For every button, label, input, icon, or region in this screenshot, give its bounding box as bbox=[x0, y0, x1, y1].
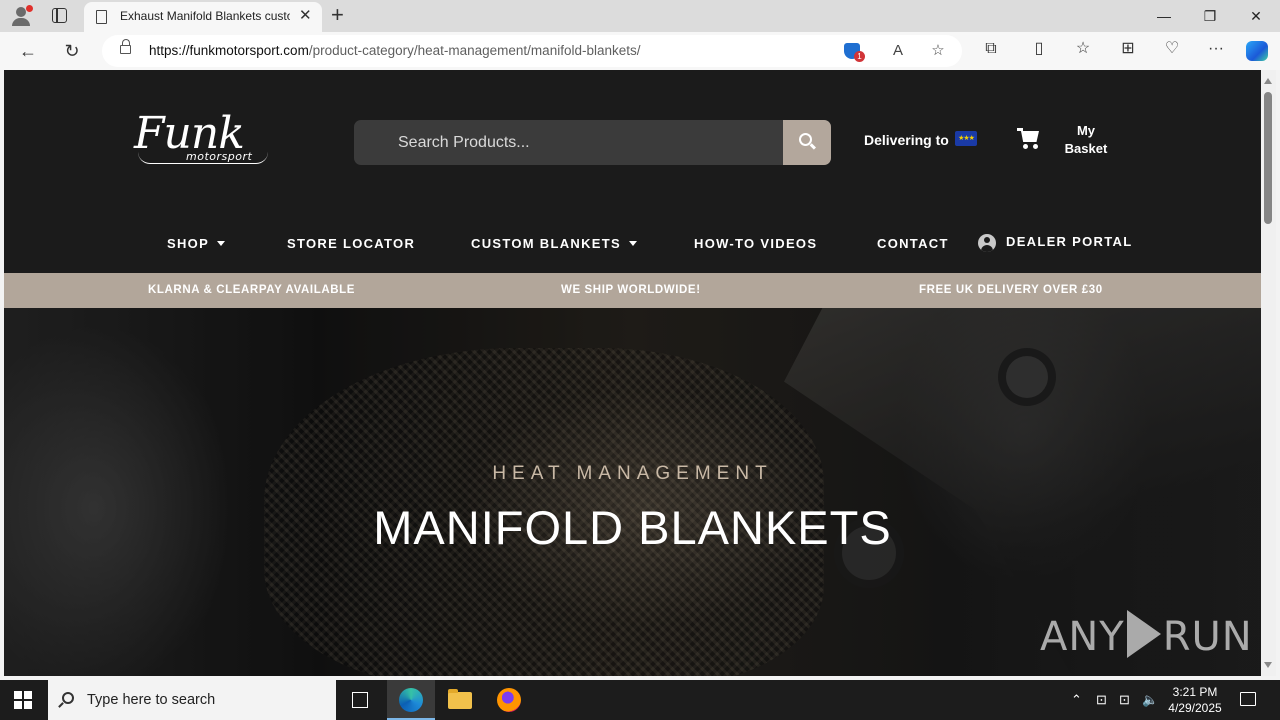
close-tab-icon[interactable]: ✕ bbox=[299, 8, 312, 24]
tray-overflow-icon[interactable]: ⌃ bbox=[1071, 691, 1082, 709]
copilot-icon[interactable] bbox=[1246, 41, 1268, 61]
minimize-icon[interactable]: — bbox=[1154, 6, 1174, 26]
browser-tab[interactable]: Exhaust Manifold Blankets custom ✕ bbox=[84, 2, 322, 32]
search-input[interactable] bbox=[354, 120, 783, 165]
file-explorer-button[interactable] bbox=[436, 680, 484, 720]
eu-flag-icon[interactable]: ★★★ bbox=[955, 131, 977, 146]
folder-icon bbox=[448, 689, 472, 709]
promo-worldwide: WE SHIP WORLDWIDE! bbox=[561, 284, 701, 296]
hero-banner: HEAT MANAGEMENT MANIFOLD BLANKETS ANY RUN bbox=[4, 308, 1261, 676]
scroll-up-icon[interactable] bbox=[1264, 78, 1272, 84]
site-logo[interactable]: Funk motorsport bbox=[134, 112, 276, 166]
favorites-icon[interactable]: ☆ bbox=[1072, 38, 1094, 60]
nav-shop[interactable]: SHOP bbox=[167, 236, 226, 251]
edge-taskbar-button[interactable] bbox=[387, 680, 435, 720]
volume-icon[interactable]: 🔈 bbox=[1142, 691, 1158, 709]
edge-icon bbox=[399, 688, 423, 712]
taskbar-search[interactable]: Type here to search bbox=[48, 680, 336, 720]
windows-start-icon[interactable] bbox=[14, 691, 32, 709]
chevron-down-icon bbox=[628, 241, 637, 246]
nav-dealer-portal[interactable]: DEALER PORTAL bbox=[1006, 234, 1132, 249]
search-icon bbox=[799, 133, 812, 146]
scroll-down-icon[interactable] bbox=[1264, 662, 1272, 668]
cart-icon[interactable] bbox=[1017, 128, 1041, 150]
page-scrollbar[interactable] bbox=[1261, 70, 1276, 676]
tab-actions-icon[interactable] bbox=[52, 8, 67, 23]
display-icon[interactable]: ⊡ bbox=[1119, 691, 1130, 709]
nav-contact[interactable]: CONTACT bbox=[877, 236, 949, 251]
close-window-icon[interactable]: ✕ bbox=[1246, 6, 1266, 26]
favorite-star-icon[interactable]: ☆ bbox=[928, 41, 948, 61]
basket-label-line1: My bbox=[1076, 123, 1096, 138]
tab-strip: Exhaust Manifold Blankets custom ✕ + — ❐… bbox=[0, 0, 1280, 32]
nav-custom-blankets[interactable]: CUSTOM BLANKETS bbox=[471, 236, 637, 251]
page-viewport: Funk motorsport Delivering to ★★★ My Bas… bbox=[4, 70, 1261, 676]
logo-sub-text: motorsport bbox=[186, 150, 253, 163]
main-nav: SHOP STORE LOCATOR CUSTOM BLANKETS HOW-T… bbox=[4, 222, 1261, 262]
search-icon bbox=[62, 692, 74, 704]
task-view-button[interactable] bbox=[336, 680, 384, 720]
browser-toolbar: ← ↻ https://funkmotorsport.com/product-c… bbox=[0, 32, 1280, 70]
back-icon[interactable]: ← bbox=[16, 39, 40, 63]
nav-store-locator[interactable]: STORE LOCATOR bbox=[287, 236, 415, 251]
clock-date: 4/29/2025 bbox=[1168, 701, 1222, 715]
performance-icon[interactable]: ♡ bbox=[1161, 38, 1183, 60]
firefox-icon bbox=[497, 688, 521, 712]
clock-time: 3:21 PM bbox=[1172, 685, 1218, 699]
address-bar[interactable]: https://funkmotorsport.com/product-categ… bbox=[102, 35, 962, 67]
hero-eyebrow: HEAT MANAGEMENT bbox=[492, 463, 773, 484]
split-screen-icon[interactable]: ▯ bbox=[1028, 38, 1050, 60]
delivering-to-label[interactable]: Delivering to bbox=[864, 132, 949, 148]
user-account-icon[interactable] bbox=[978, 234, 996, 252]
system-clock[interactable]: 3:21 PM 4/29/2025 bbox=[1160, 684, 1230, 716]
my-basket-link[interactable]: My Basket bbox=[1061, 122, 1111, 158]
notification-icon[interactable] bbox=[1240, 692, 1256, 706]
nav-how-to-videos[interactable]: HOW-TO VIDEOS bbox=[694, 236, 817, 251]
settings-menu-icon[interactable]: ··· bbox=[1205, 38, 1227, 60]
search-button[interactable] bbox=[783, 120, 831, 165]
new-tab-icon[interactable]: + bbox=[331, 3, 344, 27]
restore-icon[interactable]: ❐ bbox=[1200, 6, 1220, 26]
promo-klarna: KLARNA & CLEARPAY AVAILABLE bbox=[148, 284, 356, 296]
profile-icon[interactable] bbox=[10, 5, 33, 27]
page-title: MANIFOLD BLANKETS bbox=[373, 501, 892, 554]
reload-icon[interactable]: ↻ bbox=[60, 39, 84, 63]
windows-taskbar: Type here to search ⌃ ⊡ ⊡ 🔈 3:21 PM 4/29… bbox=[0, 680, 1280, 720]
extensions-icon[interactable]: ⧉ bbox=[980, 38, 1002, 60]
network-icon[interactable]: ⊡ bbox=[1096, 691, 1107, 709]
taskbar-search-placeholder: Type here to search bbox=[87, 692, 216, 708]
collections-icon[interactable]: ⊞ bbox=[1117, 38, 1139, 60]
task-view-icon bbox=[352, 692, 368, 708]
page-icon bbox=[96, 10, 107, 24]
anyrun-watermark: ANY RUN bbox=[1040, 610, 1253, 660]
promo-free-delivery: FREE UK DELIVERY OVER £30 bbox=[919, 284, 1103, 296]
basket-label-line2: Basket bbox=[1064, 141, 1108, 156]
tab-title: Exhaust Manifold Blankets custom bbox=[120, 9, 290, 23]
promo-bar: KLARNA & CLEARPAY AVAILABLE WE SHIP WORL… bbox=[4, 273, 1261, 308]
shield-count-badge: 1 bbox=[854, 51, 865, 62]
site-header: Funk motorsport Delivering to ★★★ My Bas… bbox=[4, 70, 1261, 273]
scroll-thumb[interactable] bbox=[1264, 92, 1272, 224]
url-text[interactable]: https://funkmotorsport.com/product-categ… bbox=[149, 43, 641, 58]
play-icon bbox=[1126, 610, 1161, 658]
lock-icon[interactable] bbox=[120, 39, 131, 54]
chevron-down-icon bbox=[217, 241, 226, 246]
read-aloud-icon[interactable]: A bbox=[888, 41, 908, 61]
firefox-taskbar-button[interactable] bbox=[485, 680, 533, 720]
product-search bbox=[354, 120, 831, 165]
